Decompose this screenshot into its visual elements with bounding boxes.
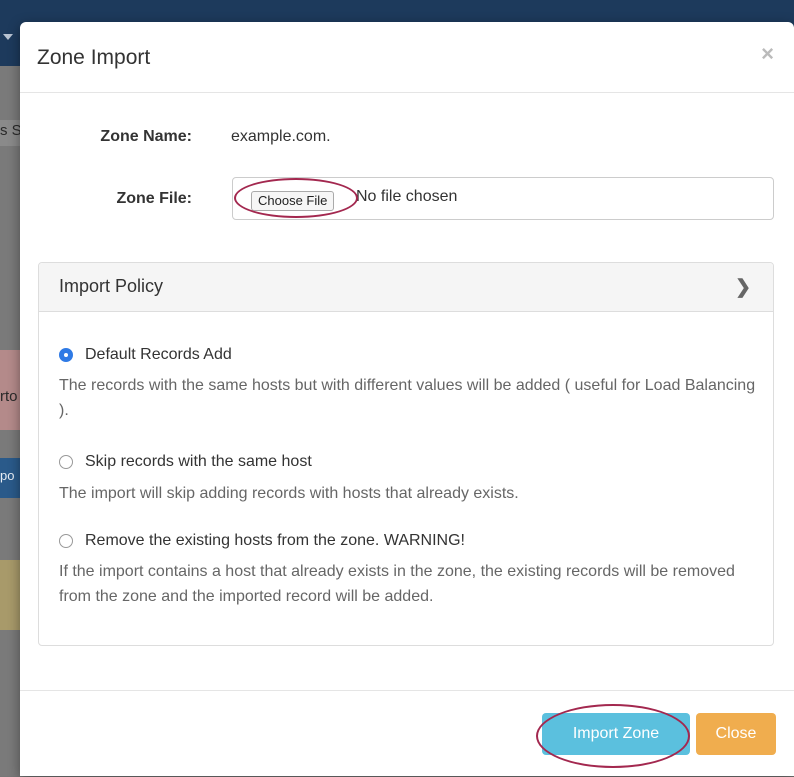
radio-remove-existing-hosts[interactable] <box>59 534 73 548</box>
background-text: po <box>0 468 15 483</box>
background-text: rto <box>0 388 18 405</box>
close-icon[interactable]: × <box>761 41 774 67</box>
zone-name-label: Zone Name: <box>100 128 192 145</box>
highlight-circle <box>536 704 690 768</box>
caret-down-icon <box>3 34 13 40</box>
file-status: No file chosen <box>356 188 458 205</box>
zone-file-label: Zone File: <box>116 190 192 207</box>
highlight-circle <box>234 178 358 218</box>
option-label[interactable]: Remove the existing hosts from the zone.… <box>85 532 465 550</box>
modal-title: Zone Import <box>37 46 151 69</box>
zone-name-value: example.com. <box>231 128 331 145</box>
option-label[interactable]: Default Records Add <box>85 346 232 364</box>
option-label[interactable]: Skip records with the same host <box>85 453 312 471</box>
background-text: s S <box>0 122 22 139</box>
option-description: If the import contains a host that alrea… <box>59 563 735 605</box>
close-button[interactable]: Close <box>696 713 776 755</box>
import-policy-header[interactable]: Import Policy ❯ <box>39 263 773 312</box>
import-policy-title: Import Policy <box>59 276 164 296</box>
radio-default-records-add[interactable] <box>59 348 73 362</box>
import-policy-panel: Import Policy ❯ Default Records Add The … <box>38 262 774 646</box>
option-description: The records with the same hosts but with… <box>59 377 756 419</box>
modal-footer: Import Zone Close <box>20 690 794 777</box>
chevron-right-icon[interactable]: ❯ <box>735 276 751 299</box>
option-description: The import will skip adding records with… <box>59 485 519 502</box>
radio-skip-records[interactable] <box>59 455 73 469</box>
zone-import-modal: Zone Import × Zone Name: example.com. Zo… <box>20 22 794 776</box>
modal-header: Zone Import × <box>20 22 794 93</box>
